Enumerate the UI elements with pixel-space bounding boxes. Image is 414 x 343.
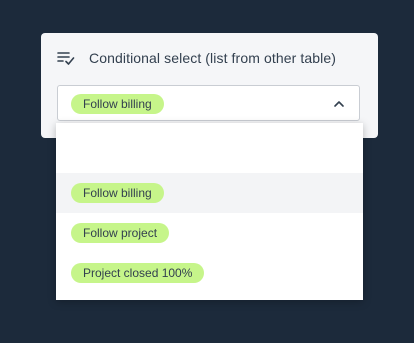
selected-value-tag: Follow billing: [71, 94, 164, 114]
option-follow-project[interactable]: Follow project: [56, 213, 363, 253]
dropdown-search-area[interactable]: [56, 123, 363, 173]
chevron-up-icon[interactable]: [333, 97, 345, 109]
option-tag: Follow billing: [71, 183, 164, 203]
field-header: Conditional select (list from other tabl…: [57, 50, 336, 66]
option-tag: Follow project: [71, 223, 170, 243]
conditional-select[interactable]: Follow billing: [57, 85, 360, 121]
option-follow-billing[interactable]: Follow billing: [56, 173, 363, 213]
select-dropdown: Follow billing Follow project Project cl…: [56, 123, 363, 300]
option-project-closed[interactable]: Project closed 100%: [56, 253, 363, 293]
option-tag: Project closed 100%: [71, 263, 205, 283]
list-check-icon: [57, 51, 75, 65]
field-title: Conditional select (list from other tabl…: [89, 50, 336, 66]
